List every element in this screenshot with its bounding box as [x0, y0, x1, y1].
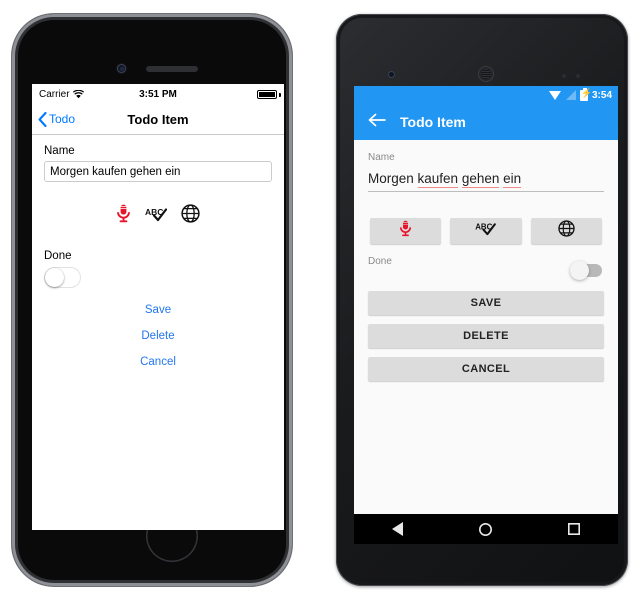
microphone-icon [399, 220, 412, 242]
spellcheck-icon[interactable]: ABC [145, 206, 168, 227]
android-device: 3:54 Todo Item Name Morgen kaufen gehen … [336, 14, 628, 586]
back-button-label: Todo [49, 112, 76, 126]
android-navigation-bar [354, 514, 618, 544]
front-camera-icon [388, 71, 395, 78]
wifi-icon [548, 90, 562, 100]
ios-clock: 3:51 PM [139, 88, 177, 100]
microphone-icon[interactable] [116, 204, 131, 228]
save-button[interactable]: SAVE [368, 291, 604, 315]
nav-recents-button[interactable] [568, 523, 580, 535]
globe-icon [558, 220, 575, 242]
done-toggle[interactable] [44, 267, 81, 288]
name-word-3: gehen [461, 171, 500, 188]
globe-button[interactable] [530, 218, 602, 244]
carrier-label: Carrier [39, 88, 70, 100]
android-screen: 3:54 Todo Item Name Morgen kaufen gehen … [354, 86, 618, 544]
page-title: Todo Item [400, 114, 466, 130]
name-input[interactable]: Morgen kaufen gehen ein [44, 161, 272, 182]
earpiece-speaker-icon [478, 66, 494, 82]
delete-button[interactable]: Delete [44, 330, 272, 342]
spellcheck-button[interactable]: ABC [450, 218, 522, 244]
earpiece-speaker-icon [146, 66, 198, 72]
nav-back-button[interactable] [392, 522, 403, 536]
iphone-front-glass: Carrier 3:51 PM Todo Todo Item Name Morg… [18, 20, 286, 580]
name-input[interactable]: Morgen kaufen gehen ein [368, 171, 604, 192]
toggle-knob [45, 268, 64, 287]
ios-action-links: Save Delete Cancel [44, 304, 272, 368]
status-left: Carrier [39, 89, 118, 100]
done-row: Done [368, 256, 604, 282]
name-label: Name [44, 145, 75, 157]
iphone-screen: Carrier 3:51 PM Todo Todo Item Name Morg… [32, 84, 284, 530]
done-label: Done [44, 250, 72, 262]
android-form: Name Morgen kaufen gehen ein ABC Done SA… [354, 140, 618, 381]
cancel-button[interactable]: CANCEL [368, 357, 604, 381]
microphone-button[interactable] [370, 218, 442, 244]
android-status-bar: 3:54 [354, 86, 618, 104]
signal-icon [565, 90, 576, 100]
arrow-back-icon[interactable] [368, 113, 386, 132]
save-button[interactable]: Save [44, 304, 272, 316]
battery-charging-icon [579, 87, 588, 101]
iphone-device: Carrier 3:51 PM Todo Todo Item Name Morg… [12, 14, 292, 586]
battery-icon [256, 89, 281, 99]
android-icon-row: ABC [370, 218, 602, 244]
name-word-1: kaufen [417, 171, 459, 188]
wifi-icon [72, 89, 84, 98]
android-app-bar: Todo Item [354, 104, 618, 140]
spellcheck-icon: ABC [474, 221, 497, 241]
ios-status-bar: Carrier 3:51 PM [32, 84, 284, 104]
ios-form: Name Morgen kaufen gehen ein ABC Done Sa… [32, 135, 284, 368]
nav-home-button[interactable] [479, 523, 492, 536]
front-camera-icon [117, 64, 126, 73]
name-label: Name [368, 152, 395, 163]
chevron-left-icon [38, 111, 47, 127]
done-toggle[interactable] [570, 261, 602, 280]
cancel-button[interactable]: Cancel [44, 356, 272, 368]
android-front-glass: 3:54 Todo Item Name Morgen kaufen gehen … [340, 18, 624, 582]
name-input-value: Morgen kaufen gehen ein [50, 165, 181, 178]
done-label: Done [368, 256, 392, 267]
proximity-sensors-icon [562, 74, 582, 78]
name-word-5: ein [503, 171, 522, 188]
android-clock: 3:54 [591, 89, 612, 101]
ios-icon-row: ABC [44, 204, 272, 228]
delete-button[interactable]: DELETE [368, 324, 604, 348]
status-right [198, 89, 281, 99]
name-word-0: Morgen [368, 171, 418, 186]
toggle-knob [570, 261, 589, 280]
back-button[interactable]: Todo [32, 111, 76, 127]
ios-navigation-bar: Todo Todo Item [32, 104, 284, 135]
globe-icon[interactable] [181, 204, 200, 228]
